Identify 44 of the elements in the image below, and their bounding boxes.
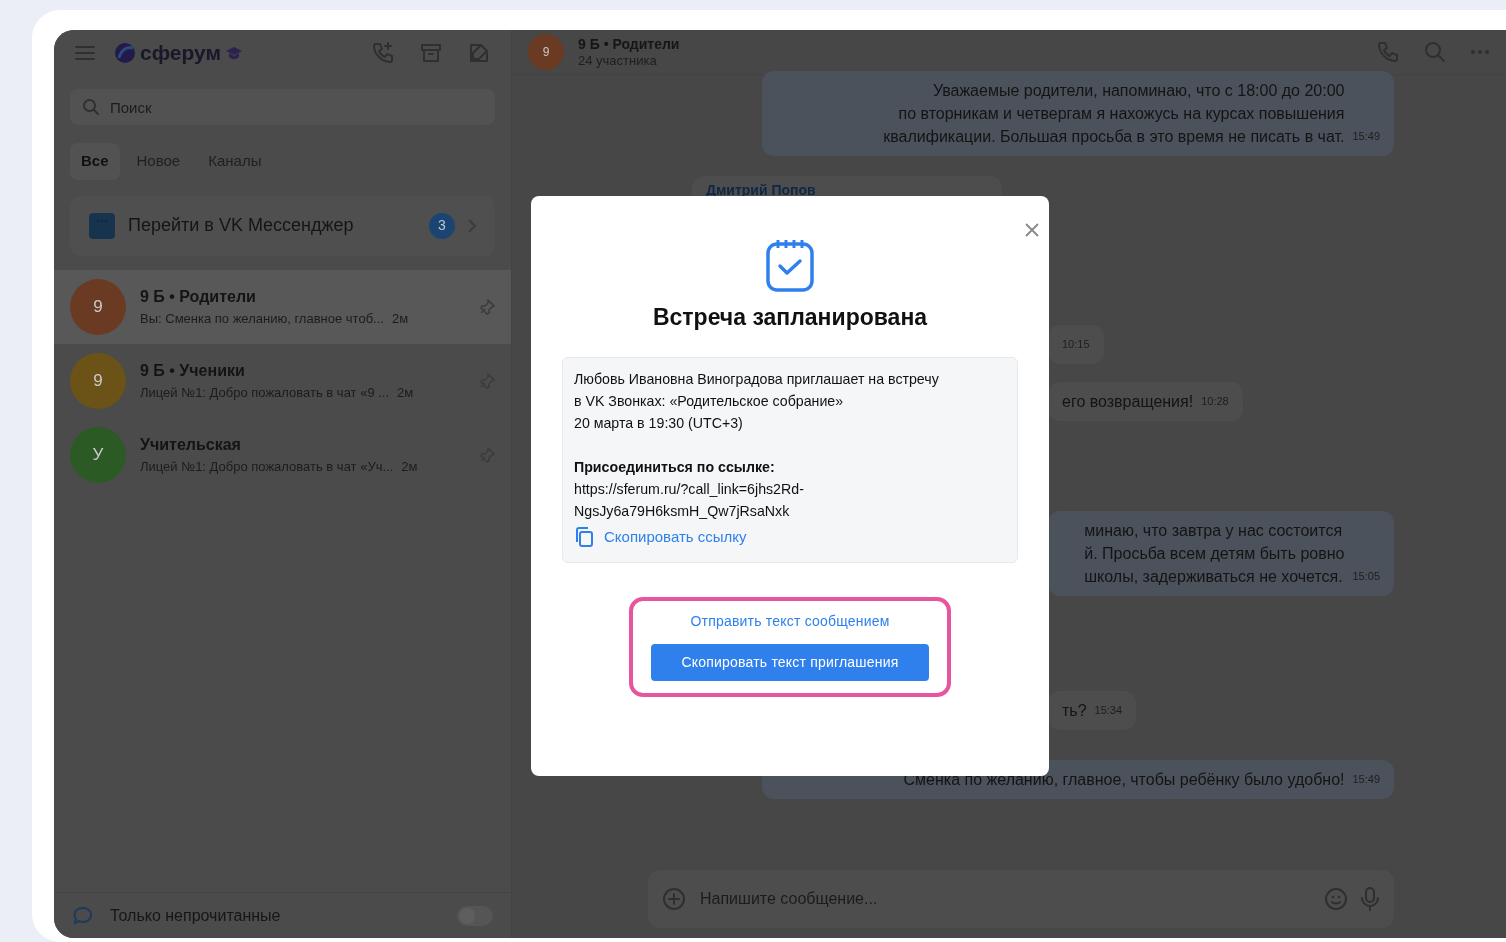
dialog-title: Встреча запланирована bbox=[652, 303, 928, 332]
send-message-link[interactable]: Отправить текст сообщением bbox=[690, 610, 890, 632]
chat-avatar: 9 bbox=[70, 352, 126, 409]
phone-plus-icon[interactable] bbox=[371, 40, 395, 65]
join-label: Присоединиться по ссылке: bbox=[574, 457, 776, 477]
copy-link-button[interactable]: Скопировать ссылку bbox=[574, 525, 747, 548]
chat-app-icon bbox=[88, 211, 116, 240]
chat-list-item[interactable]: 9 9 Б • Родители Вы: Сменка по желанию, главное чтоб... 2м bbox=[54, 269, 511, 344]
message-time: 15:05 bbox=[1352, 569, 1380, 584]
chat-avatar: 9 bbox=[528, 34, 564, 70]
message-text: Уважаемые родители, напоминаю, что с 18:00 до 20:00 по вторникам и четвергам я нахожусь на курсах повышения квалификации. Большая просьба в это время не писать в чат. bbox=[883, 81, 1345, 147]
message-time: 15:49 bbox=[1352, 772, 1380, 787]
search-icon[interactable] bbox=[1424, 41, 1446, 63]
chat-name: Учительская bbox=[140, 434, 242, 455]
copy-invitation-button[interactable]: Скопировать текст приглашения bbox=[651, 643, 929, 681]
phone-icon[interactable] bbox=[1376, 40, 1400, 64]
filter-tab[interactable]: Все bbox=[70, 143, 120, 180]
close-button[interactable] bbox=[1024, 222, 1040, 238]
message-text: его возвращения! bbox=[1062, 392, 1194, 412]
microphone-icon[interactable] bbox=[1360, 886, 1380, 912]
search-icon bbox=[82, 98, 100, 116]
chat-name: 9 Б • Родители bbox=[140, 286, 257, 307]
graduation-cap-icon bbox=[224, 44, 243, 61]
chat-preview: Вы: Сменка по желанию, главное чтоб... bbox=[140, 309, 384, 328]
copy-icon bbox=[574, 525, 594, 548]
message-text: ть? bbox=[1062, 701, 1087, 721]
banner-label: Перейти в VK Мессенджер bbox=[128, 214, 354, 237]
messenger-banner[interactable]: Перейти в VK Мессенджер 3 bbox=[70, 195, 495, 256]
message-time: 15:49 bbox=[1352, 129, 1380, 144]
close-icon bbox=[1024, 222, 1040, 238]
calendar-check-icon bbox=[766, 238, 814, 292]
chat-avatar: 9 bbox=[70, 278, 126, 335]
emoji-icon[interactable] bbox=[1324, 887, 1348, 911]
menu-icon[interactable] bbox=[74, 43, 96, 62]
chat-time: 2м bbox=[391, 309, 409, 328]
invitation-text: Любовь Ивановна Виноградова приглашает на встречу в VK Звонках: «Родительское собрание» bbox=[574, 369, 940, 411]
message-text: минаю, что завтра у нас состоится й. Просьба всем детям быть ровно школы, задерживаться не хочется. bbox=[1084, 521, 1345, 587]
globe-logo-icon bbox=[114, 41, 136, 64]
unread-badge: 3 bbox=[429, 212, 455, 239]
meeting-date: 20 марта в 19:30 (UTC+3) bbox=[574, 413, 744, 433]
chat-bubble-icon bbox=[72, 904, 94, 927]
chat-avatar: У bbox=[70, 426, 126, 483]
plus-icon[interactable] bbox=[662, 887, 686, 911]
more-icon[interactable] bbox=[1470, 49, 1490, 55]
